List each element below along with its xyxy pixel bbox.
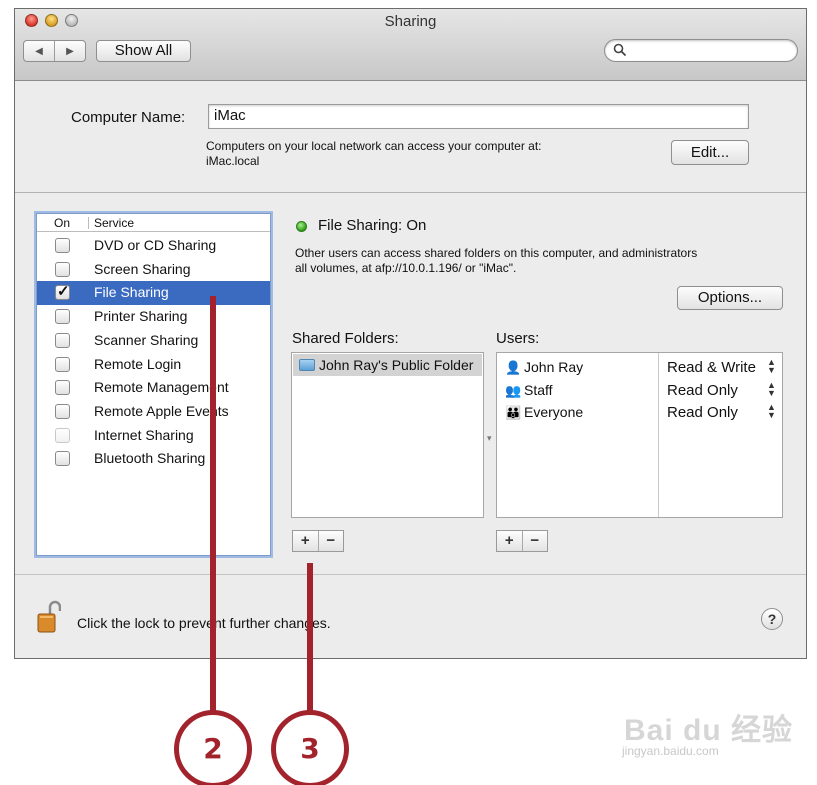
shared-folder-label: John Ray's Public Folder	[319, 357, 474, 373]
service-label: Internet Sharing	[94, 426, 194, 443]
popup-arrows-icon[interactable]: ▲ ▼	[767, 358, 777, 375]
search-field[interactable]	[604, 39, 798, 62]
computer-name-field[interactable]: iMac	[208, 104, 749, 129]
help-button[interactable]: ?	[761, 608, 783, 630]
service-label: Remote Management	[94, 379, 229, 396]
callout-line-2	[210, 296, 216, 714]
watermark: Bai du 经验 jingyan.baidu.com	[622, 705, 802, 767]
user-row[interactable]: 👥 Staff Read Only ▲ ▼	[497, 380, 782, 402]
status-description-line2: all volumes, at afp://10.0.1.196/ or "iM…	[295, 261, 517, 275]
computer-name-description-line2: iMac.local	[206, 154, 260, 168]
service-row[interactable]: File Sharing	[37, 281, 270, 306]
service-list-header: On Service	[37, 214, 270, 232]
computer-name-label: Computer Name:	[71, 109, 186, 126]
service-checkbox[interactable]	[55, 238, 70, 253]
service-label: DVD or CD Sharing	[94, 237, 217, 253]
service-label: Scanner Sharing	[94, 331, 199, 348]
bottom-divider	[15, 574, 806, 575]
popup-arrows-icon[interactable]: ▲ ▼	[767, 403, 777, 420]
service-label: File Sharing	[94, 284, 169, 301]
remove-folder-button[interactable]: −	[317, 531, 344, 551]
service-checkbox[interactable]	[55, 332, 70, 348]
folder-icon	[299, 359, 315, 371]
computer-name-description: Computers on your local network can acce…	[206, 139, 541, 169]
column-header-service[interactable]: Service	[94, 216, 134, 230]
users-add-remove: + −	[496, 530, 548, 552]
service-checkbox[interactable]	[55, 309, 70, 325]
back-button[interactable]: ◀	[24, 41, 54, 61]
service-row[interactable]: Remote Management	[37, 376, 270, 400]
service-label: Bluetooth Sharing	[94, 450, 206, 467]
user-name: Staff	[524, 381, 553, 398]
service-list[interactable]: On Service DVD or CD Sharing Screen Shari…	[36, 213, 271, 556]
service-row[interactable]: Bluetooth Sharing	[37, 447, 270, 471]
service-label: Remote Login	[94, 355, 182, 372]
service-row[interactable]: DVD or CD Sharing	[37, 234, 270, 258]
shared-folder-row[interactable]: John Ray's Public Folder	[293, 354, 482, 376]
window-title: Sharing	[384, 13, 437, 30]
user-row[interactable]: 👤 John Ray Read & Write ▲ ▼	[497, 357, 782, 379]
watermark-logo: Bai du 经验	[624, 714, 794, 747]
lock-icon[interactable]	[37, 599, 61, 633]
service-checkbox[interactable]	[55, 380, 70, 396]
users-list[interactable]: 👤 John Ray Read & Write ▲ ▼ 👥 Staff Read Only ▲ ▼…	[496, 352, 783, 518]
service-row[interactable]: Printer Sharing	[37, 305, 270, 329]
users-label: Users:	[496, 330, 540, 347]
shared-folders-list[interactable]: John Ray's Public Folder	[291, 352, 484, 518]
callout-3: 3	[271, 710, 349, 785]
permission-popup[interactable]: Read Only	[667, 404, 738, 421]
section-divider	[15, 192, 806, 193]
shared-folders-add-remove: + −	[292, 530, 344, 552]
computer-name-description-line1: Computers on your local network can acce…	[206, 139, 542, 153]
everyone-icon: 👪	[505, 405, 522, 420]
column-header-on[interactable]: On	[54, 216, 70, 230]
callout-line-3	[307, 563, 313, 714]
service-checkbox[interactable]	[55, 261, 70, 277]
service-row[interactable]: Remote Login	[37, 353, 270, 377]
lock-message: Click the lock to prevent further change…	[77, 615, 331, 631]
callout-2: 2	[174, 710, 252, 785]
search-icon	[613, 43, 627, 57]
status-description: Other users can access shared folders on…	[295, 246, 790, 276]
options-button[interactable]: Options...	[677, 286, 783, 310]
service-label: Printer Sharing	[94, 308, 188, 325]
titlebar: Sharing ◀ ▶ Show All	[15, 9, 806, 81]
service-row[interactable]: Internet Sharing	[37, 424, 270, 448]
service-checkbox[interactable]	[55, 282, 70, 301]
user-name: John Ray	[524, 359, 584, 375]
status-description-line1: Other users can access shared folders on…	[295, 246, 698, 260]
status-title: File Sharing: On	[318, 217, 427, 234]
add-user-button[interactable]: +	[497, 531, 522, 551]
service-label: Screen Sharing	[94, 260, 191, 277]
service-label: Remote Apple Events	[94, 402, 229, 419]
permission-popup[interactable]: Read Only	[667, 382, 738, 399]
remove-user-button[interactable]: −	[521, 531, 548, 551]
user-row[interactable]: 👪 Everyone Read Only ▲ ▼	[497, 402, 782, 424]
shared-folders-label: Shared Folders:	[292, 330, 399, 347]
popup-arrows-icon[interactable]: ▲ ▼	[767, 380, 777, 397]
service-row[interactable]: Screen Sharing	[37, 258, 270, 282]
service-row[interactable]: Remote Apple Events	[37, 400, 270, 424]
back-forward-group: ◀ ▶	[23, 40, 86, 62]
forward-button[interactable]: ▶	[54, 41, 85, 61]
user-name: Everyone	[524, 404, 584, 420]
service-checkbox[interactable]	[55, 403, 70, 419]
service-checkbox[interactable]	[55, 356, 70, 372]
person-icon: 👤	[505, 360, 522, 375]
watermark-url: jingyan.baidu.com	[622, 744, 719, 758]
sharing-window: Sharing ◀ ▶ Show All Computer Name: iMac…	[14, 8, 807, 659]
group-icon: 👥	[505, 382, 522, 398]
split-handle[interactable]: ▾	[487, 433, 492, 444]
show-all-button[interactable]: Show All	[96, 40, 191, 62]
status-indicator	[296, 221, 307, 232]
add-folder-button[interactable]: +	[293, 531, 318, 551]
column-divider	[88, 217, 89, 229]
permission-popup[interactable]: Read & Write	[667, 359, 756, 376]
service-checkbox[interactable]	[55, 451, 70, 467]
service-row[interactable]: Scanner Sharing	[37, 329, 270, 353]
service-checkbox[interactable]	[55, 427, 70, 443]
edit-button[interactable]: Edit...	[671, 140, 749, 165]
